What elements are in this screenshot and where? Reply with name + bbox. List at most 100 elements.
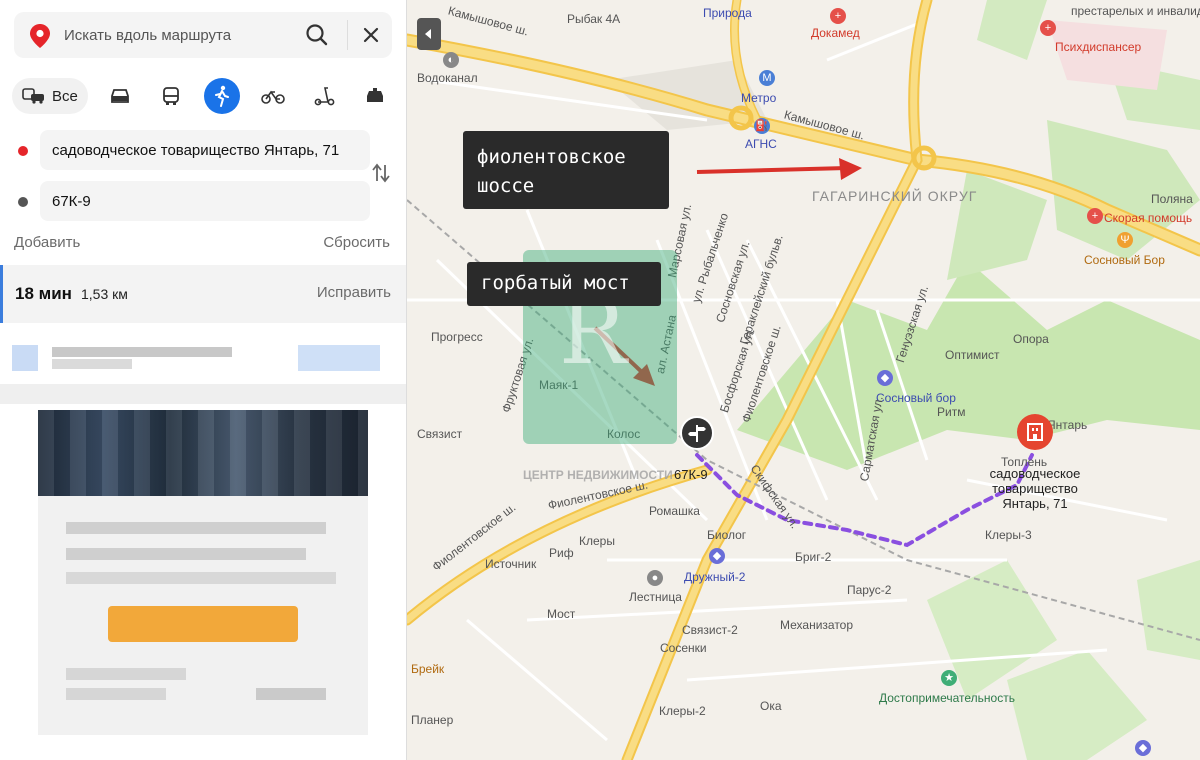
bus-icon bbox=[163, 87, 179, 105]
map-label: Мост bbox=[547, 607, 576, 621]
map-label: Лестница bbox=[629, 590, 682, 604]
map-label: Янтарь bbox=[1047, 418, 1088, 432]
destination-label: садоводческое товарищество Янтарь, 71 bbox=[989, 466, 1081, 511]
shop-icon[interactable]: ◆ bbox=[877, 370, 893, 386]
taxi-icon bbox=[367, 88, 383, 102]
pixelated-row bbox=[12, 343, 392, 373]
route-time: 18 мин bbox=[15, 284, 72, 303]
district-label: ГАГАРИНСКИЙ ОКРУГ bbox=[812, 188, 978, 204]
map-label: Метро bbox=[741, 91, 777, 105]
map-label: Биолог bbox=[707, 528, 747, 542]
mode-all-button[interactable]: Все bbox=[12, 78, 88, 114]
map-label: Клеры bbox=[579, 534, 615, 548]
route-from-row bbox=[14, 130, 394, 170]
map-label: Сосновый Бор bbox=[1084, 253, 1165, 267]
map-label: Сосновый бор bbox=[876, 391, 956, 405]
map-label: Прогресс bbox=[431, 330, 483, 344]
swap-icon[interactable] bbox=[368, 160, 394, 186]
map-label: Источник bbox=[485, 557, 537, 571]
map-label: Достопримечательность bbox=[879, 691, 1015, 705]
map-label: Оптимист bbox=[945, 348, 1000, 362]
medical-icon[interactable]: + bbox=[1040, 20, 1056, 36]
scooter-icon bbox=[314, 87, 335, 106]
separator bbox=[0, 384, 406, 404]
mode-all-label: Все bbox=[52, 87, 78, 105]
map-label: Риф bbox=[549, 546, 574, 560]
map-label: Поляна bbox=[1151, 192, 1193, 206]
mode-bike-button[interactable] bbox=[255, 78, 291, 114]
star-icon[interactable]: ★ bbox=[941, 670, 957, 686]
pixelated-ad-banner[interactable] bbox=[38, 410, 368, 735]
mode-walk-button[interactable] bbox=[204, 78, 240, 114]
car-icon bbox=[111, 89, 129, 103]
shop-icon[interactable]: ◆ bbox=[709, 548, 725, 564]
mode-scooter-button[interactable] bbox=[306, 78, 342, 114]
map-label: Водоканал bbox=[417, 71, 478, 85]
building-icon bbox=[1027, 423, 1043, 441]
map-label: Парус-2 bbox=[847, 583, 892, 597]
watermark-text: ЦЕНТР НЕДВИЖИМОСТИ bbox=[523, 468, 673, 482]
destination-marker[interactable] bbox=[1017, 414, 1053, 450]
map-label: Механизатор bbox=[780, 618, 854, 632]
ad-image bbox=[38, 410, 368, 496]
route-distance: 1,53 км bbox=[81, 286, 128, 302]
ambulance-icon[interactable]: + bbox=[1087, 208, 1103, 224]
start-dot-icon bbox=[18, 146, 28, 156]
map-label: Скорая помощь bbox=[1104, 211, 1193, 225]
shop-icon[interactable]: ◆ bbox=[1135, 740, 1151, 756]
map-label: Докамед bbox=[811, 26, 860, 40]
map-label: престарелых и инвалидов bbox=[1071, 4, 1200, 18]
map-label: Планер bbox=[411, 713, 454, 727]
medical-icon[interactable]: + bbox=[830, 8, 846, 24]
selected-route-card[interactable]: 18 мин 1,53 км Исправить bbox=[0, 265, 406, 323]
stop-marker[interactable] bbox=[680, 416, 714, 450]
route-to-input[interactable] bbox=[40, 181, 370, 221]
map-label: Природа bbox=[703, 6, 752, 20]
collapse-panel-button[interactable] bbox=[417, 18, 441, 50]
map-label: Дружный-2 bbox=[684, 570, 746, 584]
map-pin-icon bbox=[30, 24, 50, 48]
fix-route-button[interactable]: Исправить bbox=[317, 284, 391, 301]
route-panel: Все bbox=[0, 0, 407, 760]
map-label: Ритм bbox=[937, 405, 966, 419]
map-label: Брейк bbox=[411, 662, 445, 676]
stop-label: 67К-9 bbox=[674, 467, 708, 482]
map-label: АГНС bbox=[745, 137, 777, 151]
route-actions: Добавить Сбросить bbox=[14, 234, 392, 254]
transport-modes: Все bbox=[12, 78, 397, 116]
map-label: Психдиспансер bbox=[1055, 40, 1142, 54]
map-label: Связист bbox=[417, 427, 463, 441]
reset-button[interactable]: Сбросить bbox=[323, 234, 390, 251]
walk-icon bbox=[215, 85, 229, 107]
bicycle-icon bbox=[261, 90, 285, 104]
route-from-input[interactable] bbox=[40, 130, 370, 170]
map-label: Опора bbox=[1013, 332, 1049, 346]
map-label: Бриг-2 bbox=[795, 550, 832, 564]
map[interactable]: Рыбак 4А Природа Докамед престарелых и и… bbox=[407, 0, 1200, 760]
search-icon[interactable] bbox=[302, 20, 332, 50]
food-icon[interactable]: Ψ bbox=[1117, 232, 1133, 248]
map-label: Рыбак 4А bbox=[567, 12, 621, 26]
map-label: Сосенки bbox=[660, 641, 707, 655]
end-dot-icon bbox=[18, 197, 28, 207]
route-to-row bbox=[14, 181, 394, 221]
mode-car-button[interactable] bbox=[102, 78, 138, 114]
multi-transport-icon bbox=[22, 88, 44, 104]
mode-taxi-button[interactable] bbox=[357, 78, 393, 114]
metro-icon[interactable]: М bbox=[759, 70, 775, 86]
add-point-button[interactable]: Добавить bbox=[14, 234, 80, 251]
close-icon[interactable] bbox=[356, 20, 386, 50]
signpost-icon bbox=[688, 425, 706, 442]
annotation-fiolent-road: фиолентовское шоссе bbox=[463, 131, 669, 209]
search-bar bbox=[14, 12, 392, 58]
map-label: Клеры-2 bbox=[659, 704, 706, 718]
building-icon[interactable]: ◐ bbox=[443, 52, 459, 68]
map-label: Ромашка bbox=[649, 504, 700, 518]
map-label: Связист-2 bbox=[682, 623, 738, 637]
map-label: Ока bbox=[760, 699, 782, 713]
landmark-icon[interactable]: ● bbox=[647, 570, 663, 586]
ad-cta-button[interactable] bbox=[108, 606, 298, 642]
mode-bus-button[interactable] bbox=[153, 78, 189, 114]
search-input[interactable] bbox=[64, 12, 300, 58]
gas-station-icon[interactable]: ⛽ bbox=[754, 118, 770, 134]
